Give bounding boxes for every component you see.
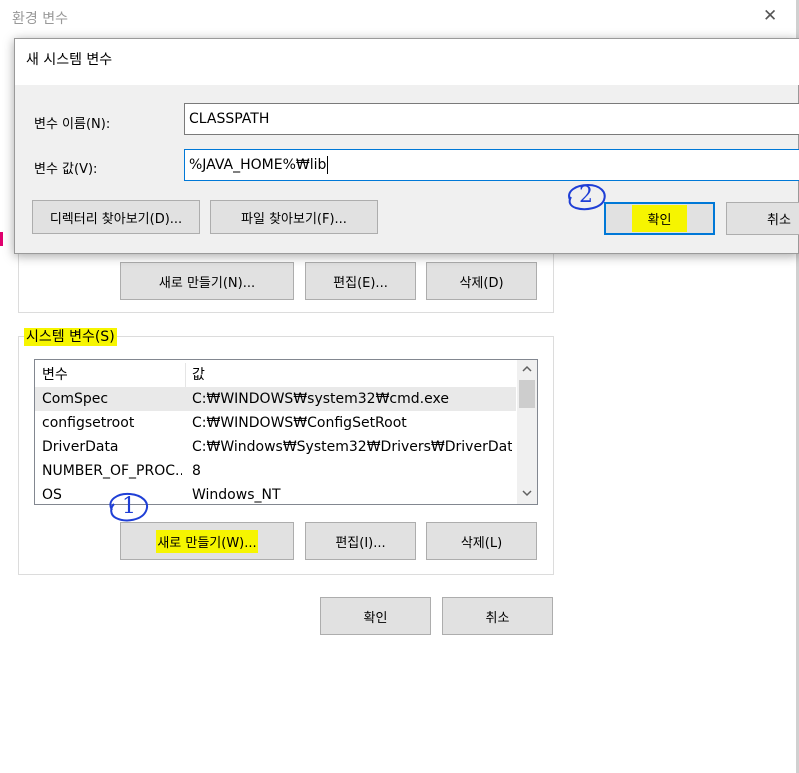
system-delete-button[interactable]: 삭제(L) <box>426 522 537 560</box>
dialog-ok-button[interactable]: 확인 <box>604 202 715 235</box>
window-title: 환경 변수 <box>12 11 68 27</box>
user-delete-button[interactable]: 삭제(D) <box>426 262 537 300</box>
row-name: ComSpec <box>42 391 109 407</box>
variable-value-input[interactable]: %JAVA_HOME%₩lib <box>184 149 799 181</box>
column-divider <box>185 363 186 387</box>
dialog-title: 새 시스템 변수 <box>26 52 113 68</box>
table-row[interactable]: NUMBER_OF_PROC... 8 <box>35 459 516 483</box>
dialog-titlebar <box>15 39 799 85</box>
user-new-button[interactable]: 새로 만들기(N)... <box>120 262 294 300</box>
dialog-cancel-button[interactable]: 취소 <box>726 202 799 235</box>
list-header: 변수 값 <box>35 363 516 387</box>
annotation-2: 2 <box>564 182 608 214</box>
variable-name-input[interactable]: CLASSPATH <box>184 103 799 135</box>
row-value: C:₩WINDOWS₩system32₩cmd.exe <box>192 391 449 407</box>
scroll-down-icon[interactable] <box>517 484 537 502</box>
variable-value-text: %JAVA_HOME%₩lib <box>189 157 327 173</box>
main-ok-button[interactable]: 확인 <box>320 597 431 635</box>
browse-directory-button[interactable]: 디렉터리 찾아보기(D)... <box>32 200 200 234</box>
new-system-variable-dialog: 새 시스템 변수 변수 이름(N): CLASSPATH 변수 값(V): %J… <box>14 38 799 254</box>
annotation-1: 1 <box>104 490 150 526</box>
scroll-thumb[interactable] <box>519 380 535 408</box>
close-icon[interactable]: ✕ <box>763 6 777 26</box>
row-value: Windows_NT <box>192 487 281 503</box>
text-cursor <box>327 156 329 174</box>
row-name: NUMBER_OF_PROC... <box>42 463 182 479</box>
dialog-ok-label: 확인 <box>631 205 688 232</box>
row-value: C:₩WINDOWS₩ConfigSetRoot <box>192 415 407 431</box>
left-edge-marker <box>0 232 3 246</box>
system-edit-button[interactable]: 편집(I)... <box>305 522 416 560</box>
user-edit-button[interactable]: 편집(E)... <box>305 262 416 300</box>
variable-name-label: 변수 이름(N): <box>34 117 111 132</box>
row-name: configsetroot <box>42 415 135 431</box>
table-row[interactable]: DriverData C:₩Windows₩System32₩Drivers₩D… <box>35 435 516 459</box>
scroll-up-icon[interactable] <box>517 360 537 378</box>
annotation-2-text: 2 <box>579 183 593 208</box>
list-scrollbar[interactable] <box>517 360 537 504</box>
system-new-button-label: 새로 만들기(W)... <box>156 529 258 553</box>
variable-value-label: 변수 값(V): <box>34 162 98 177</box>
annotation-1-text: 1 <box>122 494 136 519</box>
system-new-button[interactable]: 새로 만들기(W)... <box>120 522 294 560</box>
main-cancel-button[interactable]: 취소 <box>442 597 553 635</box>
row-value: 8 <box>192 463 201 479</box>
system-variables-title: 시스템 변수(S) <box>24 328 117 346</box>
browse-file-button[interactable]: 파일 찾아보기(F)... <box>210 200 378 234</box>
table-row[interactable]: configsetroot C:₩WINDOWS₩ConfigSetRoot <box>35 411 516 435</box>
column-header-value[interactable]: 값 <box>192 363 512 387</box>
column-header-name[interactable]: 변수 <box>42 363 182 387</box>
system-variables-list[interactable]: 변수 값 ComSpec C:₩WINDOWS₩system32₩cmd.exe… <box>34 359 538 505</box>
row-name: DriverData <box>42 439 119 455</box>
row-value: C:₩Windows₩System32₩Drivers₩DriverData <box>192 439 512 455</box>
table-row[interactable]: ComSpec C:₩WINDOWS₩system32₩cmd.exe <box>35 387 516 411</box>
